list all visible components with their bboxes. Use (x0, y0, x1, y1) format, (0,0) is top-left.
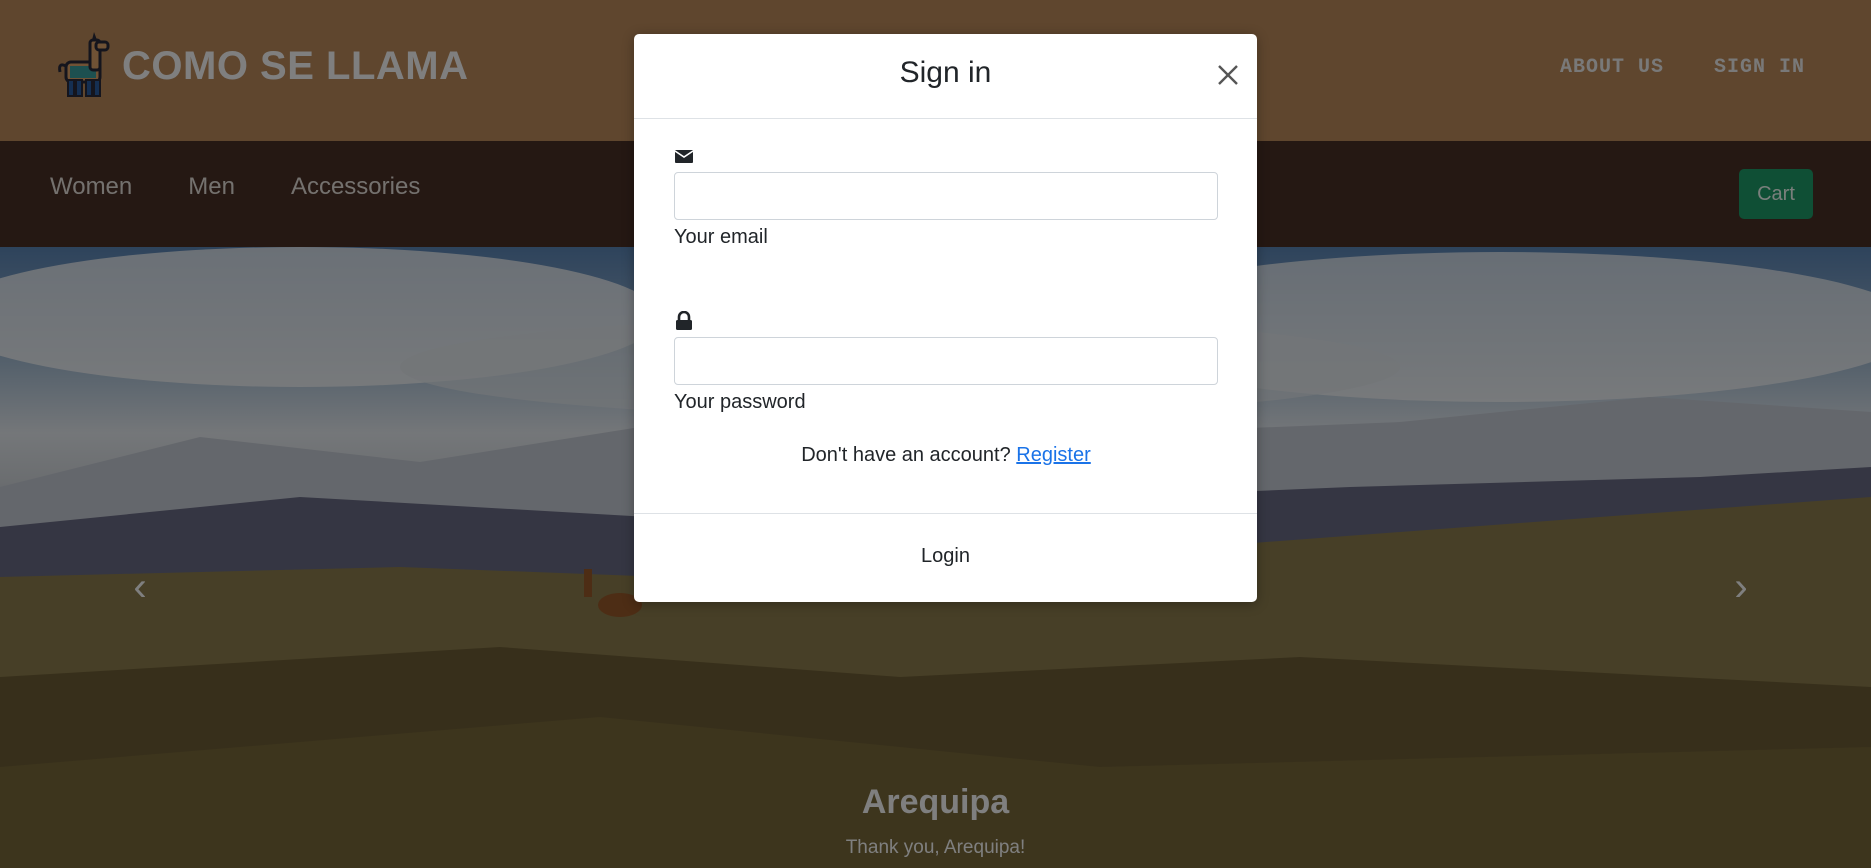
lock-icon (676, 311, 692, 330)
modal-body: Your email Your password Don't have an a… (674, 146, 1218, 467)
register-prompt-line: Don't have an account? Register (674, 444, 1218, 467)
login-button[interactable]: Login (915, 544, 976, 569)
password-input[interactable] (674, 337, 1218, 385)
password-field-group: Your password (674, 311, 1218, 414)
modal-title: Sign in (899, 56, 992, 89)
close-icon[interactable] (1213, 60, 1243, 90)
sign-in-modal: Sign in Your email Your password Don't h… (634, 34, 1257, 602)
email-input[interactable] (674, 172, 1218, 220)
envelope-icon (674, 150, 694, 163)
email-label: Your email (674, 226, 768, 248)
register-link[interactable]: Register (1016, 444, 1090, 466)
email-field-group: Your email (674, 146, 1218, 249)
password-label: Your password (674, 391, 806, 413)
register-prompt: Don't have an account? (801, 444, 1011, 466)
modal-footer: Login (634, 513, 1257, 603)
modal-header: Sign in (634, 34, 1257, 119)
